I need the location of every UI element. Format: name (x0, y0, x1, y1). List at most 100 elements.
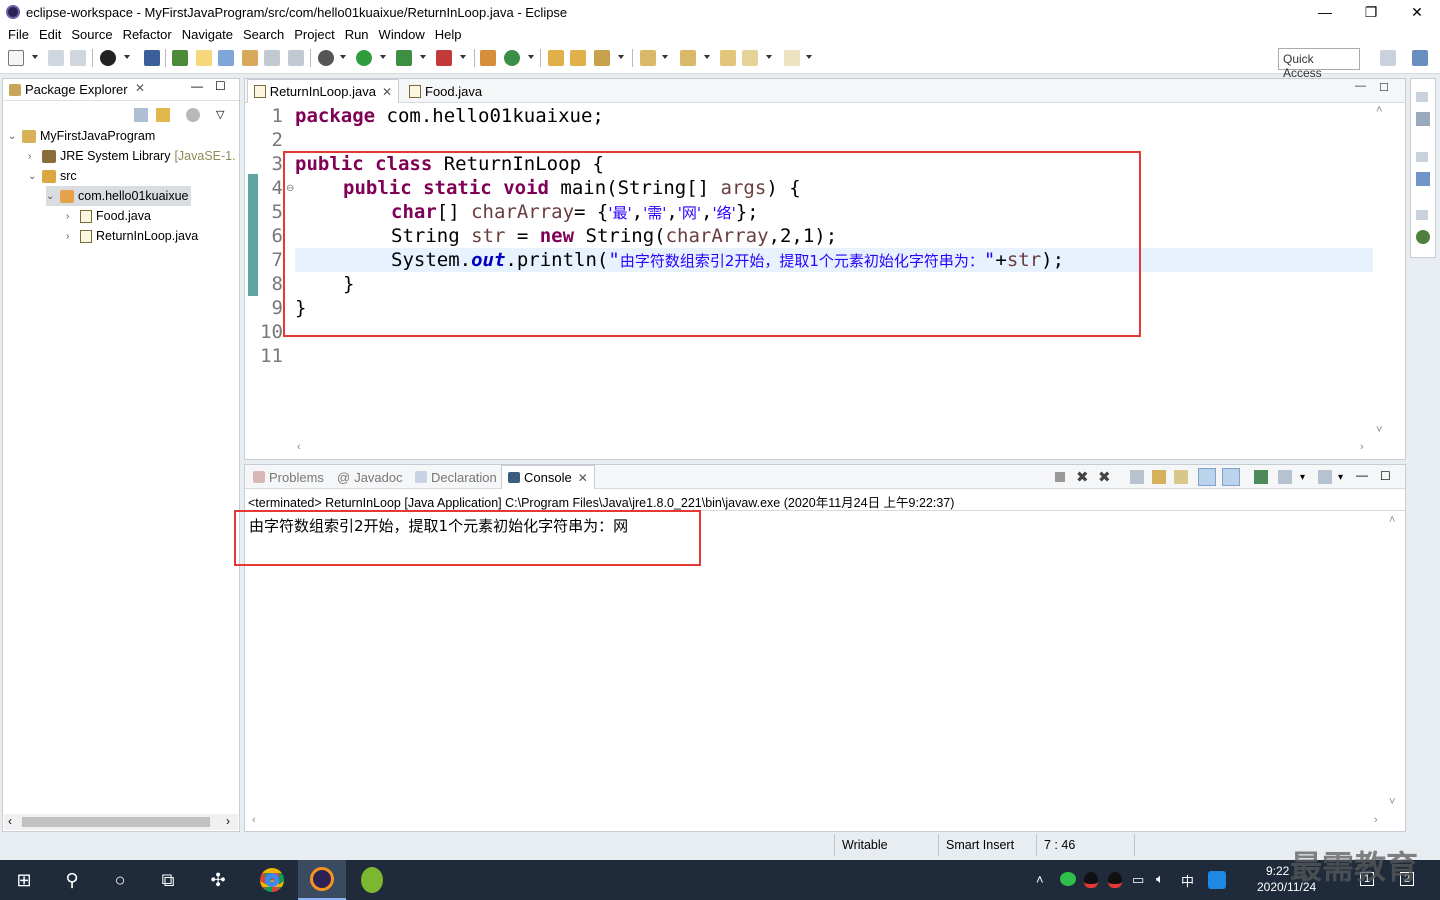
collapse-all-icon[interactable] (134, 108, 148, 122)
scroll-lock-icon[interactable] (1152, 470, 1166, 484)
show-stdout-icon[interactable] (1198, 468, 1216, 486)
scroll-right-icon[interactable]: › (1374, 814, 1378, 826)
ime-indicator[interactable]: 中 (1181, 871, 1194, 890)
save-all-icon[interactable] (70, 50, 86, 66)
menu-refactor[interactable]: Refactor (123, 27, 172, 42)
menu-search[interactable]: Search (243, 27, 284, 42)
menu-navigate[interactable]: Navigate (182, 27, 233, 42)
run-icon[interactable] (356, 50, 372, 66)
qq-browser-icon[interactable] (1208, 871, 1226, 889)
save-icon[interactable] (48, 50, 64, 66)
tab-javadoc[interactable]: @ Javadoc (331, 465, 409, 489)
tab-food[interactable]: Food.java (403, 79, 503, 103)
task-list-icon[interactable] (1416, 230, 1430, 244)
clear-console-icon[interactable] (1130, 470, 1144, 484)
wechat-icon[interactable] (1060, 872, 1076, 886)
word-wrap-icon[interactable] (1174, 470, 1188, 484)
close-button[interactable]: ✕ (1394, 0, 1440, 24)
forward-dropdown-icon[interactable] (806, 55, 812, 59)
expanded-icon[interactable]: ⌄ (8, 131, 18, 142)
status-insert-mode[interactable]: Smart Insert (946, 838, 1014, 852)
scroll-left-icon[interactable]: ‹ (297, 441, 301, 453)
quick-access-input[interactable]: Quick Access (1278, 48, 1360, 80)
previous-edit-dropdown-icon[interactable] (704, 55, 710, 59)
outline-icon[interactable] (1416, 112, 1430, 126)
task-view-icon[interactable]: ⧉ (144, 860, 192, 900)
tree-item-jre[interactable]: › JRE System Library [JavaSE-1. (28, 146, 236, 166)
external-tools-dropdown-icon[interactable] (460, 55, 466, 59)
filter-icon[interactable] (186, 108, 200, 122)
minimize-button[interactable]: — (1302, 0, 1348, 24)
back-dropdown-icon[interactable] (766, 55, 772, 59)
scroll-right-icon[interactable]: › (1360, 441, 1364, 453)
view-menu-icon[interactable]: ▽ (216, 108, 224, 121)
debug-run-icon[interactable] (318, 50, 334, 66)
network-icon[interactable]: ▭ (1132, 872, 1144, 888)
open-type-icon[interactable] (172, 50, 188, 66)
open-task-icon[interactable] (548, 50, 564, 66)
eclipse-taskbar-icon[interactable] (298, 860, 346, 900)
clock-time[interactable]: 9:22 (1266, 864, 1289, 878)
next-edit-dropdown-icon[interactable] (662, 55, 668, 59)
maximize-editor-icon[interactable]: ☐ (1379, 81, 1389, 94)
tree-item-returninloop[interactable]: › ReturnInLoop.java (66, 226, 198, 246)
menu-run[interactable]: Run (345, 27, 369, 42)
new-dropdown-icon[interactable] (32, 55, 38, 59)
search-icon[interactable]: ⚲ (48, 860, 96, 900)
external-tools-icon[interactable] (436, 50, 452, 66)
cortana-icon[interactable]: ○ (96, 860, 144, 900)
maximize-button[interactable]: ❐ (1348, 0, 1394, 24)
skip-breakpoints-icon[interactable] (144, 50, 160, 66)
app-green-icon[interactable] (348, 860, 396, 900)
new-icon[interactable] (8, 50, 24, 66)
close-icon[interactable]: ✕ (382, 85, 392, 99)
debug-run-dropdown-icon[interactable] (340, 55, 346, 59)
scroll-up-icon[interactable]: ˄ (1376, 104, 1382, 116)
minimize-console-icon[interactable]: — (1356, 468, 1368, 482)
tab-returninloop[interactable]: ReturnInLoop.java ✕ (247, 79, 399, 103)
volume-icon[interactable]: 🔈︎ (1156, 871, 1164, 887)
restore-icon[interactable] (1416, 92, 1428, 102)
minimize-editor-icon[interactable]: — (1355, 80, 1366, 92)
collapsed-icon[interactable]: › (66, 231, 76, 242)
restore-icon[interactable] (1416, 152, 1428, 162)
pin-console-icon[interactable] (1254, 470, 1268, 484)
block-selection-icon[interactable] (218, 50, 234, 66)
remove-launch-icon[interactable]: ✖ (1076, 468, 1089, 486)
collapsed-icon[interactable]: › (28, 151, 38, 162)
tree-item-food[interactable]: › Food.java (66, 206, 151, 226)
forward-icon[interactable] (784, 50, 800, 66)
app-pinwheel-icon[interactable]: ✣ (194, 860, 242, 900)
new-java-class-icon[interactable] (504, 50, 520, 66)
qq-icon[interactable] (1108, 872, 1122, 888)
previous-edit-icon[interactable] (680, 50, 696, 66)
scroll-down-icon[interactable]: ˅ (1389, 796, 1395, 808)
next-annotation-icon[interactable] (242, 50, 258, 66)
tab-declaration[interactable]: Declaration (409, 465, 503, 489)
debug-dropdown-icon[interactable] (124, 55, 130, 59)
display-console-dropdown-icon[interactable]: ▾ (1300, 472, 1305, 483)
collapsed-icon[interactable]: › (66, 211, 76, 222)
hierarchy-icon[interactable] (1416, 172, 1430, 186)
back-icon[interactable] (742, 50, 758, 66)
search-icon[interactable] (594, 50, 610, 66)
open-folder-icon[interactable] (570, 50, 586, 66)
new-class-dropdown-icon[interactable] (528, 55, 534, 59)
tab-problems[interactable]: Problems (247, 465, 330, 489)
scroll-up-icon[interactable]: ˄ (1389, 514, 1395, 526)
java-perspective-icon[interactable] (1412, 50, 1428, 66)
search-dropdown-icon[interactable] (618, 55, 624, 59)
next-edit-icon[interactable] (640, 50, 656, 66)
tree-item-src[interactable]: ⌄ src (28, 166, 77, 186)
scroll-down-icon[interactable]: ˅ (1376, 424, 1382, 436)
coverage-icon[interactable] (396, 50, 412, 66)
terminate-icon[interactable] (1055, 472, 1065, 482)
coverage-dropdown-icon[interactable] (420, 55, 426, 59)
tree-item-package[interactable]: ⌄ com.hello01kuaixue (46, 186, 191, 206)
qq-icon[interactable] (1084, 872, 1098, 888)
minimize-view-icon[interactable]: — (191, 79, 203, 93)
new-java-package-icon[interactable] (480, 50, 496, 66)
open-perspective-icon[interactable] (1380, 50, 1396, 66)
tab-console[interactable]: Console ✕ (501, 465, 595, 489)
restore-icon[interactable] (1416, 210, 1428, 220)
